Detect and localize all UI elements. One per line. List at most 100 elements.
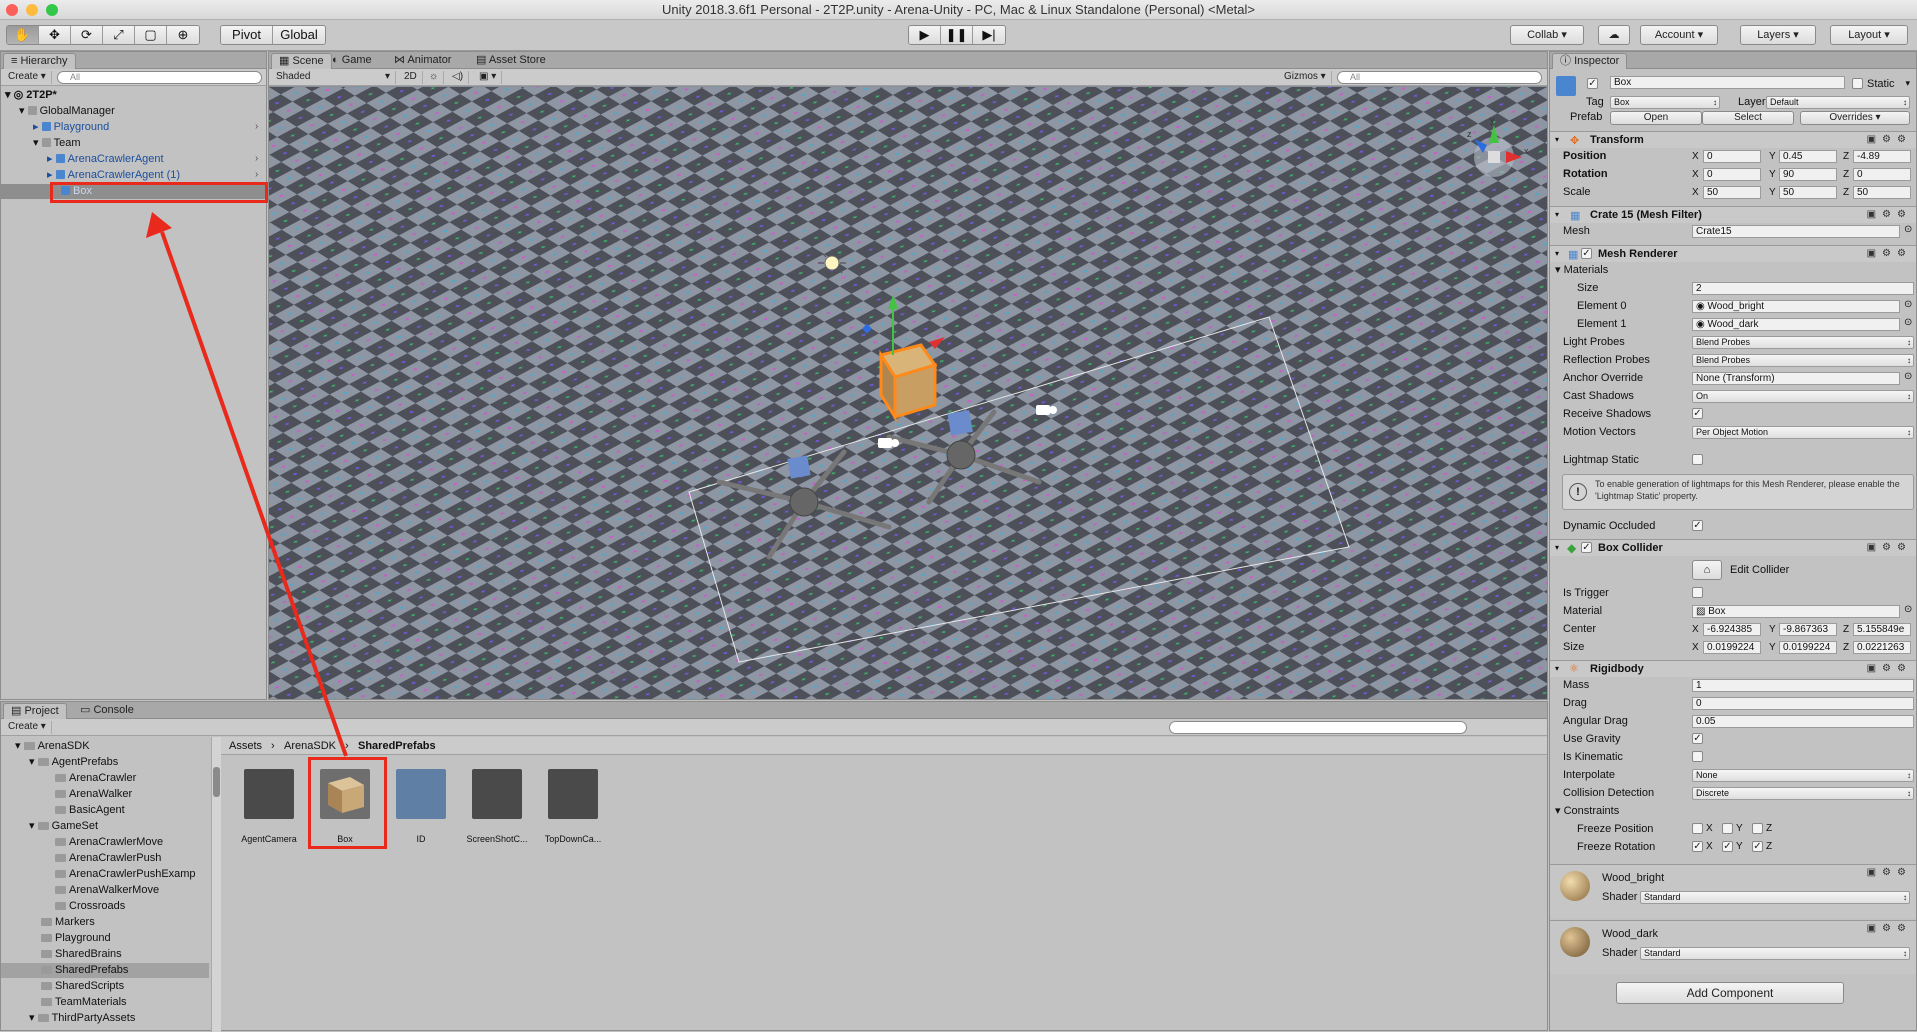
- camera-icon[interactable]: [1036, 405, 1057, 415]
- angular-drag-field[interactable]: 0.05: [1692, 715, 1914, 728]
- scale-z-field[interactable]: 50: [1853, 186, 1911, 199]
- hand-tool-icon[interactable]: ✋: [7, 26, 39, 44]
- pause-icon[interactable]: ❚❚: [941, 26, 973, 44]
- folder-sharedprefabs[interactable]: SharedPrefabs: [41, 964, 128, 977]
- folder-arenacrawlerpush[interactable]: ArenaCrawlerPush: [55, 852, 161, 865]
- freeze-position-y-checkbox[interactable]: [1722, 823, 1733, 834]
- rect-tool-icon[interactable]: ▢: [135, 26, 167, 44]
- position-z-field[interactable]: -4.89: [1853, 150, 1911, 163]
- drag-field[interactable]: 0: [1692, 697, 1914, 710]
- mesh-renderer-enabled-checkbox[interactable]: ✓: [1581, 248, 1592, 259]
- tab-scene[interactable]: ▦ Scene: [271, 53, 332, 69]
- element0-field[interactable]: ◉ Wood_bright: [1692, 300, 1900, 313]
- rotation-y-field[interactable]: 90: [1779, 168, 1837, 181]
- interpolate-dropdown[interactable]: None: [1692, 769, 1914, 782]
- project-create-button[interactable]: Create ▾: [3, 721, 52, 734]
- rotation-z-field[interactable]: 0: [1853, 168, 1911, 181]
- rotation-x-field[interactable]: 0: [1703, 168, 1761, 181]
- size-z-field[interactable]: 0.0221263: [1853, 641, 1911, 654]
- shading-mode-dropdown[interactable]: Shaded ▾: [271, 71, 396, 84]
- object-picker-icon[interactable]: ⊙: [1904, 299, 1912, 310]
- is-trigger-checkbox[interactable]: [1692, 587, 1703, 598]
- center-x-field[interactable]: -6.924385: [1703, 623, 1761, 636]
- scene-viewport[interactable]: y x z: [269, 87, 1547, 699]
- object-picker-icon[interactable]: ⊙: [1904, 317, 1912, 328]
- cast-shadows-dropdown[interactable]: On: [1692, 390, 1914, 403]
- anchor-override-field[interactable]: None (Transform): [1692, 372, 1900, 385]
- sun-icon[interactable]: ☼: [424, 71, 445, 84]
- breadcrumb-sharedprefabs[interactable]: SharedPrefabs: [358, 740, 436, 752]
- chevron-right-icon[interactable]: ›: [255, 153, 258, 164]
- component-menu-icons[interactable]: ▣⚙⚙: [1867, 663, 1912, 674]
- folder-arenawalkermove[interactable]: ArenaWalkerMove: [55, 884, 159, 897]
- static-checkbox[interactable]: [1852, 78, 1863, 89]
- tab-inspector[interactable]: ⓘ Inspector: [1552, 53, 1628, 69]
- select-prefab-button[interactable]: Select: [1702, 111, 1794, 125]
- audio-icon[interactable]: ◁): [447, 71, 470, 84]
- hierarchy-search-input[interactable]: All: [57, 71, 262, 84]
- folder-teammaterials[interactable]: TeamMaterials: [41, 996, 127, 1009]
- folder-arenawalker[interactable]: ArenaWalker: [55, 788, 132, 801]
- zoom-window-button[interactable]: [46, 4, 58, 16]
- folder-sharedbrains[interactable]: SharedBrains: [41, 948, 122, 961]
- object-picker-icon[interactable]: ⊙: [1904, 224, 1912, 235]
- tab-project[interactable]: ▤ Project: [3, 703, 67, 719]
- tab-game[interactable]: ◐ Game: [325, 53, 379, 69]
- hierarchy-item-globalmanager[interactable]: ▾ GlobalManager: [19, 105, 115, 118]
- folder-crossroads[interactable]: Crossroads: [55, 900, 125, 913]
- asset-agentcamera[interactable]: [244, 769, 294, 819]
- light-probes-dropdown[interactable]: Blend Probes: [1692, 336, 1914, 349]
- collab-button[interactable]: Collab ▾: [1510, 25, 1584, 45]
- asset-id[interactable]: [396, 769, 446, 819]
- mesh-filter-header[interactable]: ▾ ▦ Crate 15 (Mesh Filter) ▣⚙⚙: [1550, 206, 1916, 223]
- component-menu-icons[interactable]: ▣⚙⚙: [1867, 248, 1912, 259]
- hierarchy-item-arenacrawleragent[interactable]: ▸ ArenaCrawlerAgent: [47, 153, 164, 166]
- object-picker-icon[interactable]: ⊙: [1904, 371, 1912, 382]
- collision-detection-dropdown[interactable]: Discrete: [1692, 787, 1914, 800]
- freeze-position-z-checkbox[interactable]: [1752, 823, 1763, 834]
- component-menu-icons[interactable]: ▣⚙⚙: [1867, 923, 1912, 934]
- tab-hierarchy[interactable]: ≡ Hierarchy: [3, 53, 76, 69]
- folder-playground[interactable]: Playground: [41, 932, 111, 945]
- dynamic-occluded-checkbox[interactable]: ✓: [1692, 520, 1703, 531]
- freeze-rotation-x-checkbox[interactable]: ✓: [1692, 841, 1703, 852]
- freeze-rotation-z-checkbox[interactable]: ✓: [1752, 841, 1763, 852]
- scene-search-input[interactable]: All: [1337, 71, 1542, 84]
- scale-y-field[interactable]: 50: [1779, 186, 1837, 199]
- camera-icon[interactable]: [878, 438, 899, 448]
- minimize-window-button[interactable]: [26, 4, 38, 16]
- account-button[interactable]: Account ▾: [1640, 25, 1718, 45]
- box-collider-header[interactable]: ▾ ◆ ✓ Box Collider ▣⚙⚙: [1550, 539, 1916, 556]
- mesh-field[interactable]: Crate15: [1692, 225, 1900, 238]
- tag-dropdown[interactable]: Box: [1610, 96, 1720, 109]
- mesh-renderer-header[interactable]: ▾ ▦ ✓ Mesh Renderer ▣⚙⚙: [1550, 245, 1916, 262]
- play-icon[interactable]: ▶: [909, 26, 941, 44]
- lightmap-static-checkbox[interactable]: [1692, 454, 1703, 465]
- add-component-button[interactable]: Add Component: [1616, 982, 1844, 1004]
- scale-tool-icon[interactable]: ⤢: [103, 26, 135, 44]
- chevron-right-icon[interactable]: ›: [255, 169, 258, 180]
- close-window-button[interactable]: [6, 4, 18, 16]
- tab-asset-store[interactable]: ▤ Asset Store: [469, 53, 553, 69]
- folder-thirdpartyassets[interactable]: ▾ ThirdPartyAssets: [29, 1012, 135, 1025]
- chevron-right-icon[interactable]: ›: [255, 121, 258, 132]
- tree-scrollbar[interactable]: [211, 737, 221, 1032]
- breadcrumb-arenasdk[interactable]: ArenaSDK: [284, 740, 336, 752]
- step-icon[interactable]: ▶|: [973, 26, 1005, 44]
- light-icon[interactable]: [818, 249, 846, 277]
- constraints-label[interactable]: ▾ Constraints: [1555, 804, 1619, 818]
- layers-button[interactable]: Layers ▾: [1740, 25, 1816, 45]
- folder-arenasdk[interactable]: ▾ ArenaSDK: [15, 740, 90, 753]
- cloud-icon[interactable]: ☁: [1598, 25, 1630, 45]
- box-collider-enabled-checkbox[interactable]: ✓: [1581, 542, 1592, 553]
- size-y-field[interactable]: 0.0199224: [1779, 641, 1837, 654]
- pivot-button[interactable]: Pivot: [221, 26, 273, 44]
- scale-x-field[interactable]: 50: [1703, 186, 1761, 199]
- open-prefab-button[interactable]: Open: [1610, 111, 1702, 125]
- folder-arenacrawlerpushexamp[interactable]: ArenaCrawlerPushExamp: [55, 868, 196, 881]
- hierarchy-item-team[interactable]: ▾ Team: [33, 137, 80, 150]
- position-x-field[interactable]: 0: [1703, 150, 1761, 163]
- folder-arenacrawlermove[interactable]: ArenaCrawlerMove: [55, 836, 163, 849]
- materials-size-field[interactable]: 2: [1692, 282, 1914, 295]
- folder-gameset[interactable]: ▾ GameSet: [29, 820, 98, 833]
